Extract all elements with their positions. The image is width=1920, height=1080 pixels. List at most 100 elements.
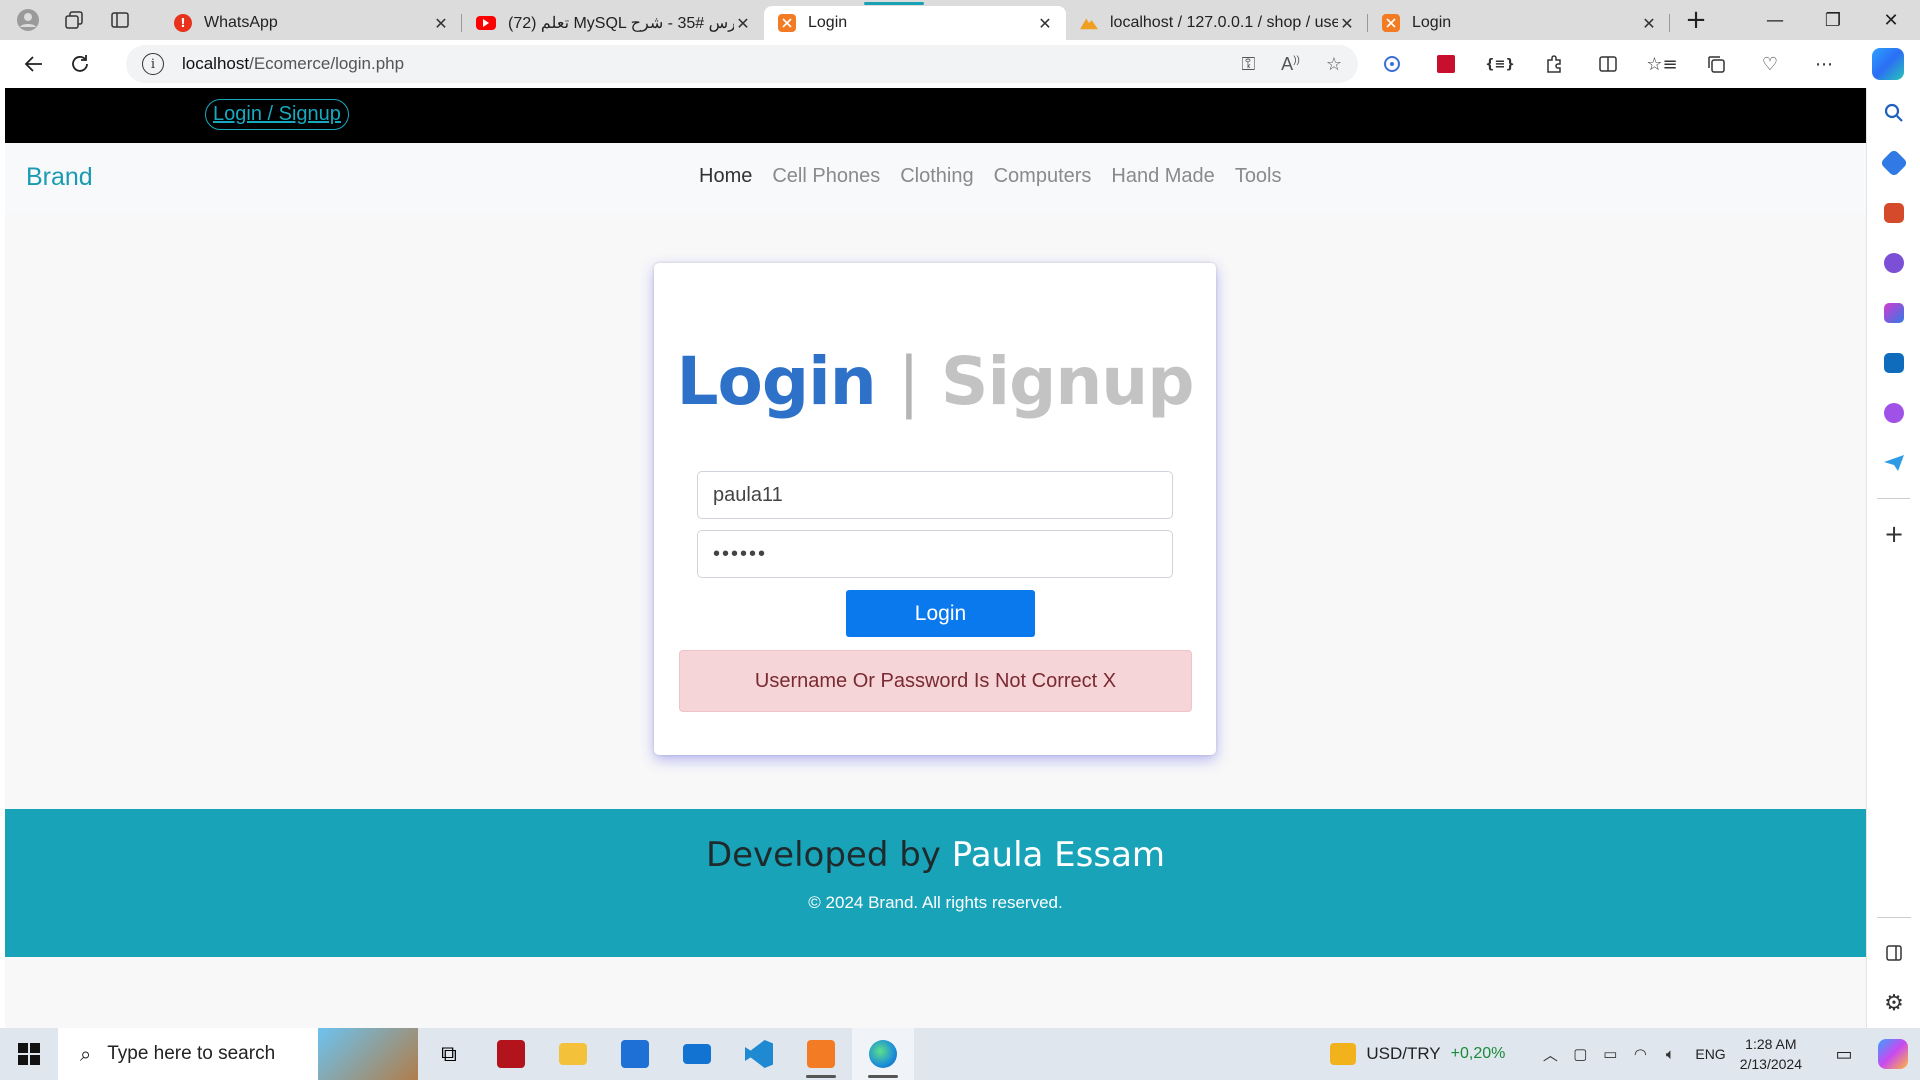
xampp-icon bbox=[1382, 14, 1400, 32]
favorite-star-icon[interactable]: ☆ bbox=[1326, 54, 1342, 75]
key-icon[interactable]: ⚿ bbox=[1241, 54, 1255, 75]
developer-name: Paula Essam bbox=[951, 835, 1166, 875]
windows-start-icon[interactable] bbox=[0, 1028, 58, 1080]
login-heading-tab[interactable]: Login bbox=[676, 343, 876, 420]
nav-clothing[interactable]: Clothing bbox=[890, 165, 983, 188]
windows-taskbar: ⌕ Type here to search ⧉ USD/TRY +0,20% ︿… bbox=[0, 1028, 1920, 1080]
copilot-icon[interactable] bbox=[1872, 48, 1904, 80]
workspaces-icon[interactable] bbox=[58, 4, 90, 36]
login-signup-heading: Login | Signup bbox=[654, 343, 1216, 420]
nav-cell-phones[interactable]: Cell Phones bbox=[762, 165, 890, 188]
more-options-icon[interactable]: ⋯ bbox=[1804, 44, 1844, 84]
extensions-icon[interactable] bbox=[1534, 44, 1574, 84]
new-tab-button[interactable]: + bbox=[1678, 2, 1714, 38]
favorites-icon[interactable]: ☆≡ bbox=[1642, 44, 1682, 84]
tab-title: Login bbox=[1412, 14, 1452, 31]
copilot-taskbar-icon[interactable] bbox=[1878, 1039, 1908, 1069]
notifications-icon[interactable]: ▭ bbox=[1824, 1044, 1864, 1065]
pdf-extension-icon[interactable] bbox=[1426, 44, 1466, 84]
tab-whatsapp[interactable]: ! WhatsApp ✕ bbox=[160, 6, 462, 40]
nav-home[interactable]: Home bbox=[689, 165, 762, 188]
browser-tab-strip: ! WhatsApp ✕ (72) تعلم MySQL درس #35 - ش… bbox=[0, 0, 1920, 40]
microsoft-365-icon[interactable] bbox=[1867, 288, 1920, 338]
mail-icon[interactable] bbox=[666, 1028, 728, 1080]
file-explorer-icon[interactable] bbox=[542, 1028, 604, 1080]
shopping-icon[interactable] bbox=[1867, 138, 1920, 188]
profile-icon[interactable] bbox=[12, 4, 44, 36]
signup-heading-tab[interactable]: Signup bbox=[941, 343, 1195, 420]
minimize-icon[interactable]: — bbox=[1746, 0, 1804, 40]
taskbar-clock[interactable]: 1:28 AM 2/13/2024 bbox=[1740, 1034, 1802, 1074]
search-icon[interactable] bbox=[1867, 88, 1920, 138]
hide-sidebar-icon[interactable] bbox=[1867, 928, 1920, 978]
filezilla-icon[interactable] bbox=[480, 1028, 542, 1080]
microsoft-store-icon[interactable] bbox=[604, 1028, 666, 1080]
nav-computers[interactable]: Computers bbox=[984, 165, 1102, 188]
close-icon[interactable]: ✕ bbox=[432, 14, 450, 33]
vertical-tabs-icon[interactable] bbox=[104, 4, 136, 36]
refresh-button[interactable] bbox=[60, 44, 100, 84]
taskbar-search-box[interactable]: ⌕ Type here to search bbox=[58, 1028, 418, 1080]
collections-icon[interactable] bbox=[1696, 44, 1736, 84]
close-icon[interactable]: ✕ bbox=[1036, 14, 1054, 33]
tab-login-2[interactable]: Login ✕ bbox=[1368, 6, 1670, 40]
split-screen-icon[interactable] bbox=[1588, 44, 1628, 84]
tab-title: localhost / 127.0.0.1 / shop / use bbox=[1110, 14, 1338, 31]
tab-title: Login bbox=[808, 14, 848, 31]
login-card: Login | Signup paula11 •••••• Login User… bbox=[654, 263, 1216, 755]
site-info-icon[interactable]: i bbox=[142, 53, 164, 75]
drop-icon[interactable] bbox=[1867, 438, 1920, 488]
close-icon[interactable]: ✕ bbox=[1640, 14, 1658, 33]
meet-now-icon[interactable]: ▢ bbox=[1565, 1045, 1595, 1063]
tools-icon[interactable] bbox=[1867, 188, 1920, 238]
add-icon[interactable]: + bbox=[1867, 509, 1920, 559]
developer-prefix: Developed by bbox=[705, 835, 941, 875]
input-language[interactable]: ENG bbox=[1695, 1046, 1725, 1062]
tab-youtube[interactable]: (72) تعلم MySQL درس #35 - شرح ✕ bbox=[462, 6, 764, 40]
chevron-up-icon[interactable]: ︿ bbox=[1535, 1044, 1565, 1065]
tab-title: (72) تعلم MySQL درس #35 - شرح bbox=[508, 15, 734, 32]
settings-gear-icon[interactable]: ⚙ bbox=[1867, 978, 1920, 1028]
username-input[interactable]: paula11 bbox=[697, 471, 1173, 519]
nav-links: Home Cell Phones Clothing Computers Hand… bbox=[689, 165, 1292, 188]
outlook-icon[interactable] bbox=[1867, 338, 1920, 388]
currency-widget[interactable]: USD/TRY +0,20% bbox=[1330, 1043, 1505, 1065]
site-top-bar: Login / Signup bbox=[5, 88, 1866, 143]
address-bar[interactable]: i localhost/Ecomerce/login.php ⚿ A)) ☆ bbox=[126, 45, 1358, 83]
close-window-icon[interactable]: ✕ bbox=[1862, 0, 1920, 40]
password-input[interactable]: •••••• bbox=[697, 530, 1173, 578]
nav-tools[interactable]: Tools bbox=[1225, 165, 1292, 188]
read-aloud-icon[interactable]: A)) bbox=[1281, 54, 1300, 75]
games-icon[interactable] bbox=[1867, 238, 1920, 288]
browser-essentials-icon[interactable]: ♡ bbox=[1750, 44, 1790, 84]
performance-icon[interactable] bbox=[1372, 44, 1412, 84]
tab-phpmyadmin[interactable]: localhost / 127.0.0.1 / shop / use ✕ bbox=[1066, 6, 1368, 40]
edge-taskbar-icon[interactable] bbox=[852, 1028, 914, 1080]
restore-icon[interactable]: ❐ bbox=[1804, 0, 1862, 40]
xampp-taskbar-icon[interactable] bbox=[790, 1028, 852, 1080]
json-extension-icon[interactable]: {≡} bbox=[1480, 44, 1520, 84]
volume-icon[interactable]: 🔈︎ bbox=[1655, 1046, 1685, 1063]
vscode-icon[interactable] bbox=[728, 1028, 790, 1080]
login-signup-link[interactable]: Login / Signup bbox=[205, 99, 349, 130]
tab-login-active[interactable]: Login ✕ bbox=[764, 2, 1066, 40]
close-icon[interactable]: ✕ bbox=[734, 14, 752, 33]
back-button[interactable] bbox=[14, 44, 54, 84]
page-bottom-space bbox=[5, 957, 1866, 1028]
tab-title: WhatsApp bbox=[204, 14, 278, 31]
battery-icon[interactable]: ▭ bbox=[1595, 1045, 1625, 1063]
login-button[interactable]: Login bbox=[846, 590, 1035, 637]
page-viewport: Login / Signup Brand Home Cell Phones Cl… bbox=[5, 88, 1866, 1028]
wifi-icon[interactable]: ◠ bbox=[1625, 1045, 1655, 1063]
url-text[interactable]: localhost/Ecomerce/login.php bbox=[182, 54, 404, 74]
close-icon[interactable]: ✕ bbox=[1338, 14, 1356, 33]
search-icon: ⌕ bbox=[80, 1042, 92, 1066]
nav-hand-made[interactable]: Hand Made bbox=[1101, 165, 1224, 188]
brand-logo[interactable]: Brand bbox=[26, 163, 93, 192]
system-tray: USD/TRY +0,20% ︿ ▢ ▭ ◠ 🔈︎ ENG 1:28 AM 2/… bbox=[1330, 1028, 1920, 1080]
designer-icon[interactable] bbox=[1867, 388, 1920, 438]
clock-time: 1:28 AM bbox=[1745, 1036, 1797, 1052]
whatsapp-icon: ! bbox=[174, 14, 192, 32]
task-view-icon[interactable]: ⧉ bbox=[418, 1028, 480, 1080]
currency-change: +0,20% bbox=[1450, 1045, 1506, 1062]
